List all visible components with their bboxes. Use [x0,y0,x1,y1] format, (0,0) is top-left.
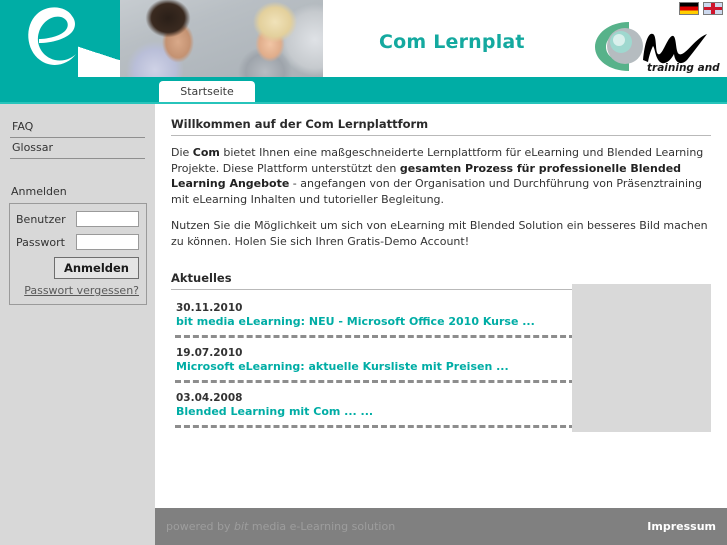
intro-text: Die Com bietet Ihnen eine maßgeschneider… [171,136,711,249]
page-title: Willkommen auf der Com Lernplattform [171,104,711,136]
sidebar-item-glossar[interactable]: Glossar [10,138,145,159]
elearning-e-logo-icon [28,7,76,65]
news-list: 30.11.2010 bit media eLearning: NEU - Mi… [171,290,575,428]
english-flag-icon[interactable] [703,1,723,15]
header-title-zone: Com Lernplat training and services [323,0,727,77]
username-row: Benutzer [16,211,139,227]
news-separator [175,425,575,428]
news-image-placeholder [572,284,711,432]
password-input[interactable] [76,234,139,250]
site-footer: powered by bit media e-Learning solution… [155,508,727,545]
news-item-headline[interactable]: Microsoft eLearning: aktuelle Kursliste … [171,360,575,378]
password-row: Passwort [16,234,139,250]
password-label: Passwort [16,235,65,249]
intro-paragraph-2: Nutzen Sie die Möglichkeit um sich von e… [171,219,708,248]
sidebar-link-list: FAQ Glossar [0,104,155,159]
login-button-row: Anmelden [16,257,139,279]
news-item-headline[interactable]: Blended Learning mit Com ... ... [171,405,575,423]
footer-powered-post: media e-Learning solution [248,520,396,533]
footer-powered-em: bit [234,520,249,533]
main-content: Willkommen auf der Com Lernplattform Die… [155,104,727,508]
username-input[interactable] [76,211,139,227]
news-item-date: 03.04.2008 [176,392,243,404]
site-header: Com Lernplat training and services [0,0,727,77]
com-logo-tagline: training and services [647,62,721,74]
forgot-password-row: Passwort vergessen? [16,284,139,297]
news-separator [175,380,575,383]
page-root: Com Lernplat training and services Start… [0,0,727,545]
site-title: Com Lernplat [379,31,525,53]
tab-startseite[interactable]: Startseite [159,81,255,104]
intro-p1-pre: Die [171,146,193,159]
news-item: 30.11.2010 bit media eLearning: NEU - Mi… [171,300,575,335]
german-flag-icon[interactable] [679,1,699,15]
left-sidebar: FAQ Glossar Anmelden Benutzer Passwort A… [0,104,155,545]
username-label: Benutzer [16,212,66,226]
com-brand-logo: training and services [595,22,721,74]
news-item: 03.04.2008 Blended Learning mit Com ... … [171,390,575,425]
news-item-headline[interactable]: bit media eLearning: NEU - Microsoft Off… [171,315,575,333]
impressum-link[interactable]: Impressum [647,520,716,533]
login-submit-button[interactable]: Anmelden [53,257,139,279]
news-separator [175,335,575,338]
intro-p1-bold1: Com [192,146,220,159]
login-form: Benutzer Passwort Anmelden Passwort verg… [9,203,147,305]
language-switcher[interactable] [679,1,723,15]
forgot-password-link[interactable]: Passwort vergessen? [24,284,139,297]
news-item-date: 30.11.2010 [176,302,243,314]
news-item-date: 19.07.2010 [176,347,243,359]
footer-powered-by: powered by bit media e-Learning solution [166,520,395,533]
header-banner-photo [0,0,323,77]
sidebar-item-faq[interactable]: FAQ [10,117,145,138]
footer-powered-pre: powered by [166,520,234,533]
main-navbar: Startseite [0,77,727,104]
login-heading: Anmelden [11,185,67,198]
intro-paragraph-1: Die Com bietet Ihnen eine maßgeschneider… [171,145,711,207]
news-section: Aktuelles 30.11.2010 bit media eLearning… [171,271,711,432]
news-item: 19.07.2010 Microsoft eLearning: aktuelle… [171,345,575,380]
